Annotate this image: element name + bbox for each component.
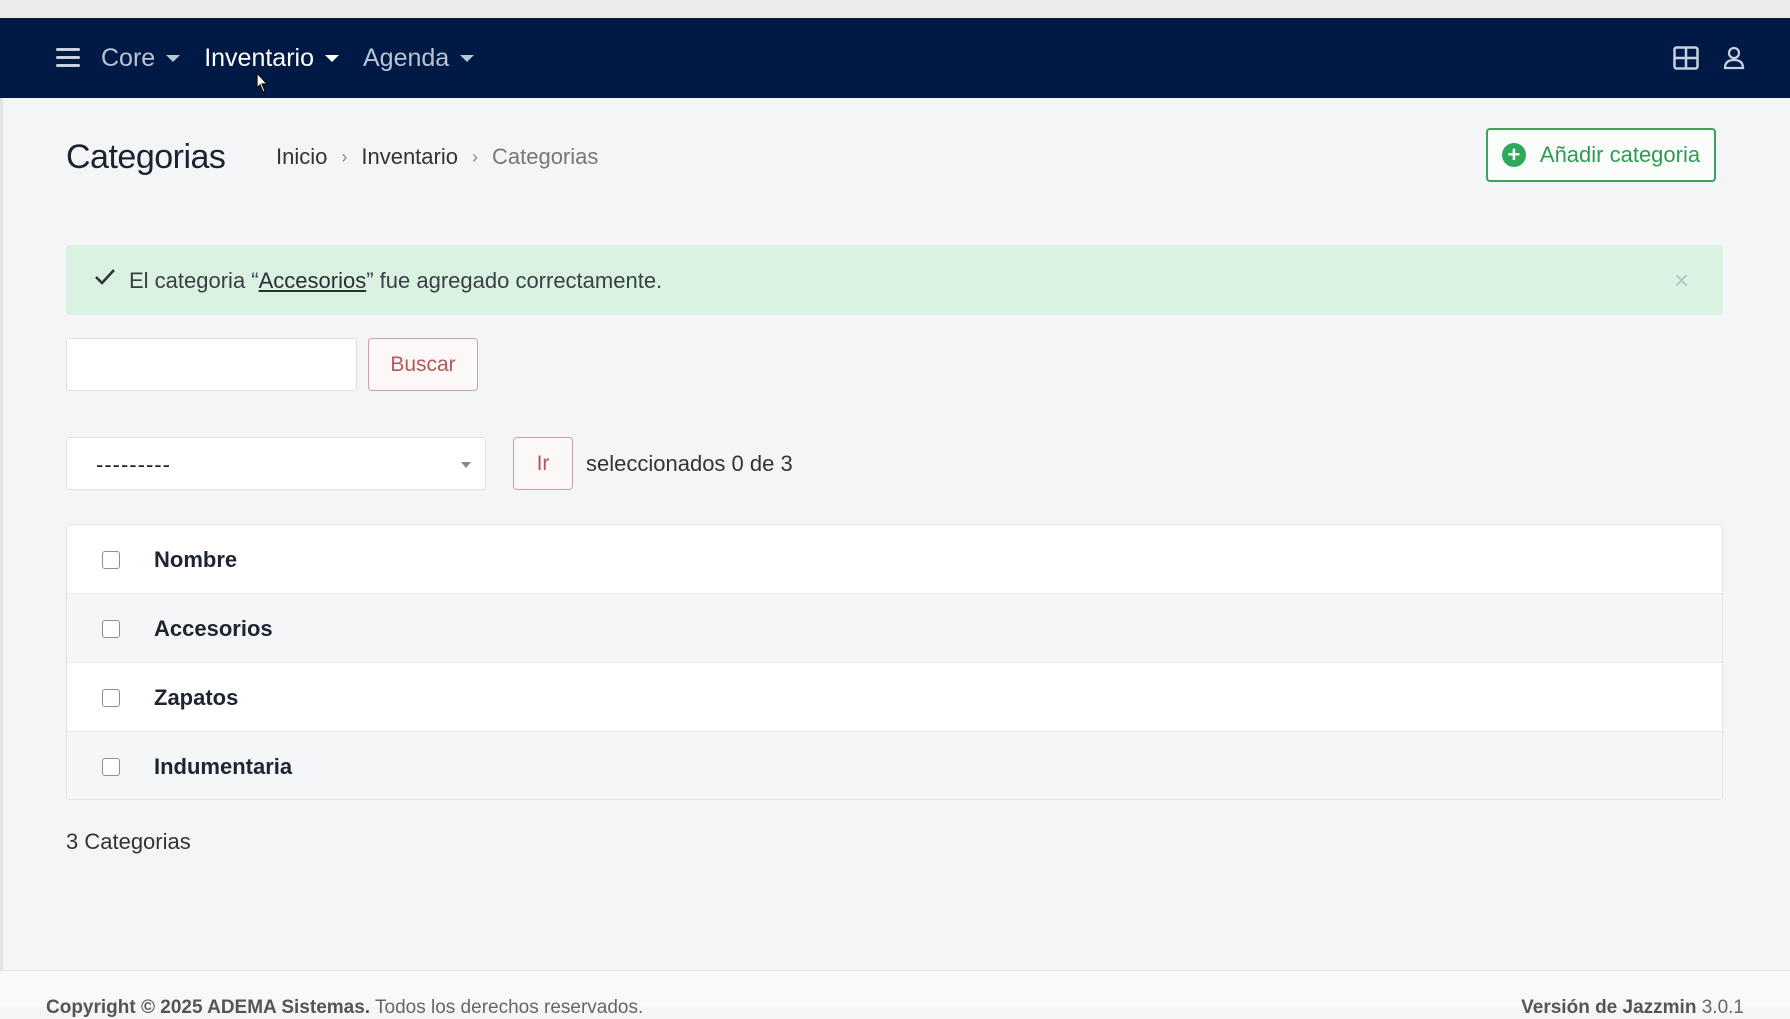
nav-item-label: Inventario (204, 44, 314, 72)
row-checkbox[interactable] (102, 758, 120, 776)
select-all-checkbox[interactable] (102, 551, 120, 569)
footer-version: Versión de Jazzmin 3.0.1 (1521, 997, 1744, 1019)
nav-item-inventario[interactable]: Inventario (204, 44, 339, 73)
result-total: 3 Categorias (66, 829, 191, 854)
table-row: Indumentaria (67, 732, 1722, 799)
breadcrumb-separator-icon: › (341, 147, 348, 167)
action-select-value: --------- (96, 452, 171, 477)
breadcrumb-inventario[interactable]: Inventario (361, 144, 458, 170)
browser-top-strip (0, 0, 1790, 18)
breadcrumb: Inicio › Inventario › Categorias (276, 144, 598, 170)
action-select[interactable]: --------- (66, 437, 486, 490)
results-table: Nombre Accesorios Zapatos Indumentaria (66, 524, 1723, 800)
search-button[interactable]: Buscar (368, 338, 478, 391)
table-row: Accesorios (67, 594, 1722, 663)
alert-message: El categoria “Accesorios” fue agregado c… (129, 268, 662, 294)
add-category-button[interactable]: + Añadir categoria (1486, 128, 1716, 182)
nav-item-core[interactable]: Core (101, 44, 181, 73)
footer: Copyright © 2025 ADEMA Sistemas. Todos l… (0, 970, 1790, 1018)
row-name-link[interactable]: Indumentaria (154, 754, 292, 780)
caret-down-icon (324, 55, 339, 62)
menu-icon[interactable] (56, 48, 80, 68)
breadcrumb-current: Categorias (491, 144, 599, 169)
check-icon (94, 267, 116, 293)
sidebar-edge (0, 98, 3, 1007)
row-checkbox[interactable] (102, 689, 120, 707)
content-header: Categorias Inicio › Inventario › Categor… (66, 128, 1716, 188)
version-label: Versión de Jazzmin (1521, 997, 1697, 1018)
nav-menu: Core Inventario Agenda (101, 44, 498, 73)
version-value: 3.0.1 (1696, 997, 1744, 1018)
copyright-bold: Copyright © 2025 ADEMA Sistemas. (46, 997, 371, 1018)
user-icon[interactable] (1723, 46, 1745, 75)
plus-circle-icon: + (1501, 143, 1526, 167)
close-icon[interactable]: × (1674, 265, 1689, 296)
alert-suffix: ” fue agregado correctamente. (366, 268, 663, 293)
add-category-label: Añadir categoria (1539, 142, 1701, 167)
row-checkbox[interactable] (102, 620, 120, 638)
nav-item-label: Agenda (362, 44, 450, 72)
search-input[interactable] (66, 338, 357, 391)
breadcrumb-inicio[interactable]: Inicio (276, 144, 327, 170)
grid-icon[interactable] (1673, 46, 1699, 75)
row-name-link[interactable]: Zapatos (154, 685, 238, 711)
copyright-rest: Todos los derechos reservados. (370, 997, 644, 1018)
navbar-right (1649, 46, 1745, 75)
footer-copyright: Copyright © 2025 ADEMA Sistemas. Todos l… (46, 997, 643, 1019)
selection-count: seleccionados 0 de 3 (586, 451, 793, 476)
row-name-link[interactable]: Accesorios (154, 616, 273, 642)
breadcrumb-separator-icon: › (471, 147, 478, 167)
page-title: Categorias (66, 138, 226, 176)
nav-item-agenda[interactable]: Agenda (362, 44, 475, 73)
nav-item-label: Core (101, 44, 156, 72)
go-button[interactable]: Ir (513, 437, 573, 490)
success-alert: El categoria “Accesorios” fue agregado c… (66, 245, 1723, 315)
chevron-down-icon (461, 462, 471, 468)
alert-prefix: El categoria “ (129, 268, 259, 293)
column-header-nombre[interactable]: Nombre (154, 547, 237, 573)
mouse-pointer-icon (254, 71, 270, 101)
table-header-row: Nombre (67, 525, 1722, 594)
caret-down-icon (166, 55, 181, 62)
table-row: Zapatos (67, 663, 1722, 732)
alert-link[interactable]: Accesorios (259, 268, 367, 293)
caret-down-icon (460, 55, 475, 62)
